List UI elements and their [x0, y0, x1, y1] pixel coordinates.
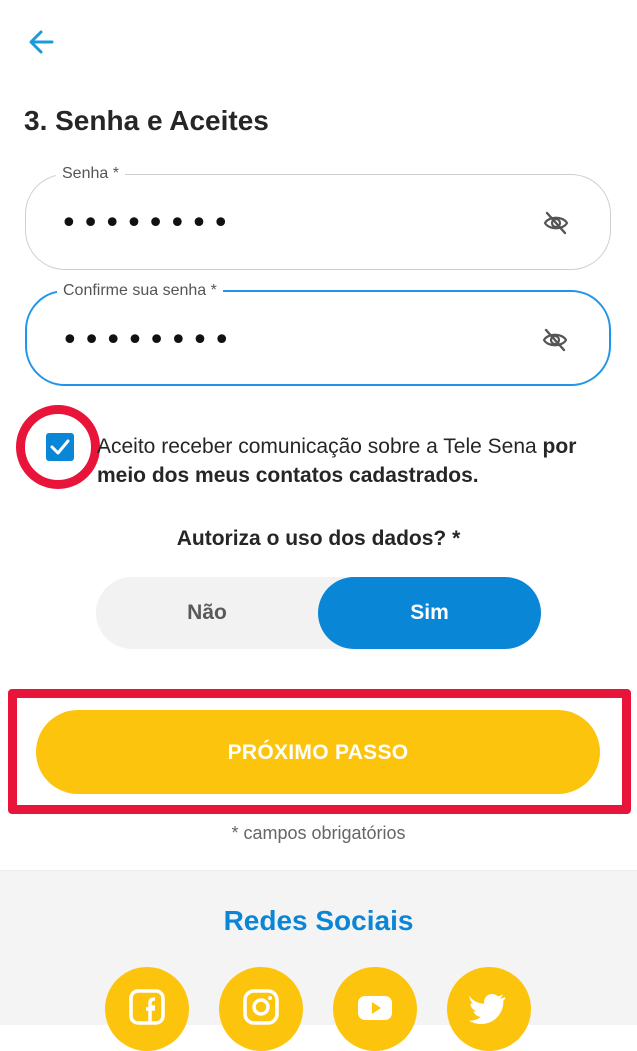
confirm-password-input[interactable]	[61, 320, 501, 360]
footer: Redes Sociais	[0, 870, 637, 1051]
password-field[interactable]: Senha *	[25, 163, 611, 270]
password-input[interactable]	[60, 203, 500, 243]
instagram-button[interactable]	[219, 967, 303, 1051]
data-authorization-question: Autoriza o uso dos dados? *	[176, 527, 461, 550]
consent-checkbox[interactable]	[46, 433, 74, 461]
twitter-icon	[469, 994, 506, 1024]
youtube-button[interactable]	[333, 967, 417, 1051]
youtube-icon	[358, 996, 392, 1020]
eye-off-icon[interactable]	[541, 326, 569, 354]
data-authorization-toggle: Não Sim	[96, 577, 541, 649]
consent-text: Aceito receber comunicação sobre a Tele …	[97, 432, 617, 490]
option-sim[interactable]: Sim	[318, 577, 541, 649]
page-title: 3. Senha e Aceites	[24, 105, 269, 136]
facebook-button[interactable]	[105, 967, 189, 1051]
instagram-icon	[243, 989, 279, 1025]
password-label: Senha *	[56, 163, 125, 185]
twitter-button[interactable]	[447, 967, 531, 1051]
required-fields-note: * campos obrigatórios	[231, 823, 406, 843]
option-nao[interactable]: Não	[96, 577, 318, 649]
social-title: Redes Sociais	[223, 905, 414, 936]
confirm-password-label: Confirme sua senha *	[57, 280, 223, 302]
next-step-button[interactable]: PRÓXIMO PASSO	[36, 710, 600, 794]
arrow-left-icon	[29, 30, 54, 54]
consent-text-part1: Aceito receber comunicação sobre a Tele …	[97, 435, 543, 458]
eye-off-icon[interactable]	[542, 209, 570, 237]
check-icon	[50, 439, 70, 455]
confirm-password-field[interactable]: Confirme sua senha *	[25, 280, 611, 386]
facebook-icon	[129, 989, 165, 1025]
back-button[interactable]	[24, 24, 60, 60]
